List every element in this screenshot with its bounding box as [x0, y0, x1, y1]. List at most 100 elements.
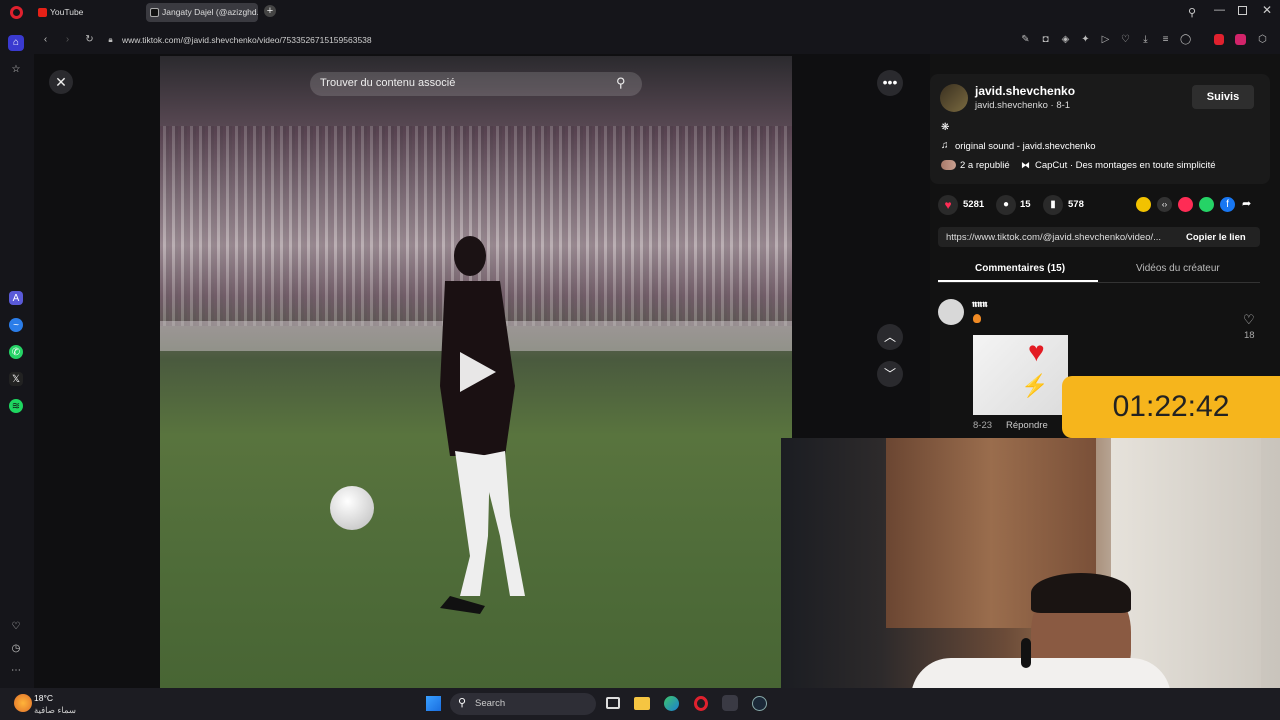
search-tabs-icon[interactable]: ⚲ [1188, 6, 1196, 19]
webcam-overlay [781, 438, 1280, 720]
prev-video-button[interactable]: ︿ [877, 324, 903, 350]
windows-taskbar: 18°C سماء صافية ⚲ Search [0, 688, 1280, 720]
taskbar-search-label: Search [475, 698, 506, 709]
player-figure [440, 236, 525, 614]
sound-link[interactable]: original sound - javid.shevchenko [955, 141, 1095, 152]
maximize-button[interactable] [1238, 6, 1247, 15]
copy-link-button[interactable]: Copier le lien [1186, 232, 1246, 243]
sidebar: ⌂ ☆ A ~ ✆ 𝕏 ≋ ♡ ◷ ⋯ [0, 26, 34, 688]
tab-creator-videos[interactable]: Vidéos du créateur [1136, 263, 1220, 274]
headset-icon [1021, 638, 1031, 668]
username[interactable]: javid.shevchenko [975, 84, 1075, 98]
spotify-icon[interactable]: ≋ [9, 399, 23, 413]
opera-taskbar-icon[interactable] [694, 696, 708, 711]
whatsapp-icon[interactable]: ✆ [9, 345, 23, 359]
comment-button-icon[interactable]: ● [996, 195, 1016, 215]
search-icon[interactable]: ⚲ [616, 75, 626, 91]
opera-logo-icon[interactable] [10, 6, 23, 19]
opera-gx-icon[interactable] [722, 695, 738, 711]
cube-icon[interactable]: ⬡ [1257, 34, 1268, 45]
lock-icon: 🔒︎ [108, 35, 113, 44]
home-icon[interactable]: ⌂ [8, 35, 24, 51]
comment-like-count: 18 [1244, 330, 1255, 341]
start-icon[interactable] [426, 696, 441, 711]
youtube-icon [38, 8, 47, 17]
tiktok-icon [150, 8, 159, 17]
comment-like-icon[interactable]: ♡ [1243, 312, 1255, 328]
minimize-button[interactable]: — [1214, 4, 1225, 16]
aria-icon[interactable]: A [9, 291, 23, 305]
follow-button[interactable]: Suivis [1192, 85, 1254, 109]
history-icon[interactable]: ◷ [8, 641, 24, 657]
messenger-icon[interactable]: ~ [9, 318, 23, 332]
comment-avatar[interactable] [938, 299, 964, 325]
steam-icon[interactable] [752, 696, 767, 711]
camera-icon[interactable]: ◘ [1040, 34, 1051, 45]
heart-sidebar-icon[interactable]: ♡ [8, 619, 24, 635]
music-note-icon: ♫ [941, 140, 949, 151]
tab-bar: YouTube Jangaty Dajel (@azizghd... + ⚲ —… [0, 0, 1280, 26]
menu-icon[interactable]: ≡ [1160, 34, 1171, 45]
back-icon[interactable]: ‹ [40, 34, 51, 45]
profile-icon[interactable]: ◯ [1180, 34, 1191, 45]
share-arrow-icon[interactable]: ➦ [1242, 197, 1251, 210]
weather-temp: 18°C [34, 693, 53, 703]
close-window-button[interactable]: ✕ [1262, 3, 1272, 17]
lightning-sticker-icon: ⚡ [1021, 373, 1049, 398]
more-options-button[interactable]: ••• [877, 70, 903, 96]
shield-icon[interactable]: ◈ [1060, 34, 1071, 45]
heart-sticker-icon: ♥ [1028, 336, 1045, 367]
forward-icon[interactable]: › [62, 34, 73, 45]
new-tab-button[interactable]: + [264, 5, 276, 17]
star-icon[interactable]: ☆ [8, 62, 24, 78]
edit-icon[interactable]: ✎ [1020, 34, 1031, 45]
file-explorer-icon[interactable] [634, 697, 650, 710]
x-icon[interactable]: 𝕏 [9, 372, 23, 386]
avatar[interactable] [940, 84, 968, 112]
extension-pink-icon[interactable] [1235, 34, 1246, 45]
weather-desc: سماء صافية [34, 705, 76, 715]
capcut-text[interactable]: CapCut · Des montages en toute simplicit… [1035, 160, 1216, 171]
bookmark-button-icon[interactable]: ▮ [1043, 195, 1063, 215]
embed-icon[interactable]: ‹› [1157, 197, 1172, 212]
tab-youtube[interactable]: YouTube [34, 3, 144, 22]
caption: ❋ [941, 122, 950, 133]
fire-emoji-icon [973, 314, 981, 323]
tab-comments[interactable]: Commentaires (15) [975, 263, 1065, 274]
tab-divider [938, 282, 1260, 283]
person-hair [1031, 573, 1131, 613]
play-button-icon[interactable] [460, 352, 496, 392]
like-button-icon[interactable]: ♥ [938, 195, 958, 215]
reload-icon[interactable]: ↻ [84, 34, 95, 45]
opera-vpn-icon[interactable] [1214, 34, 1224, 45]
url-field[interactable]: www.tiktok.com/@javid.shevchenko/video/7… [122, 33, 372, 47]
next-video-button[interactable]: ﹀ [877, 361, 903, 387]
repost-text[interactable]: 2 a republié [960, 160, 1010, 171]
heart-icon[interactable]: ♡ [1120, 34, 1131, 45]
extension-icon[interactable]: ✦ [1080, 34, 1091, 45]
download-icon[interactable]: ⤓ [1140, 34, 1151, 45]
comment-count: 15 [1020, 199, 1031, 210]
comment-author[interactable]: 𝖓𝖓𝖓 [972, 299, 987, 310]
capcut-icon: ⧓ [1021, 160, 1030, 170]
repost-avatars-icon [941, 160, 956, 170]
video-player[interactable]: Trouver du contenu associé ⚲ [160, 56, 792, 688]
play-icon[interactable]: ▷ [1100, 34, 1111, 45]
tab-label: Jangaty Dajel (@azizghd... [162, 7, 258, 17]
edge-icon[interactable] [664, 696, 679, 711]
whatsapp-share-icon[interactable] [1199, 197, 1214, 212]
video-search-box[interactable]: Trouver du contenu associé ⚲ [310, 72, 642, 96]
weather-icon[interactable] [14, 694, 32, 712]
tab-tiktok[interactable]: Jangaty Dajel (@azizghd... [146, 3, 258, 22]
close-video-button[interactable]: ✕ [49, 70, 73, 94]
task-view-icon[interactable] [606, 697, 620, 709]
facebook-share-icon[interactable]: f [1220, 197, 1235, 212]
more-icon[interactable]: ⋯ [8, 663, 24, 679]
comment-date: 8-23 [973, 420, 993, 431]
save-count: 578 [1068, 199, 1084, 210]
send-icon[interactable] [1178, 197, 1193, 212]
reply-button[interactable]: Répondre [1006, 420, 1048, 431]
share-yellow-icon[interactable] [1136, 197, 1151, 212]
video-link[interactable]: https://www.tiktok.com/@javid.shevchenko… [946, 232, 1170, 243]
taskbar-search[interactable]: ⚲ Search [450, 693, 596, 715]
